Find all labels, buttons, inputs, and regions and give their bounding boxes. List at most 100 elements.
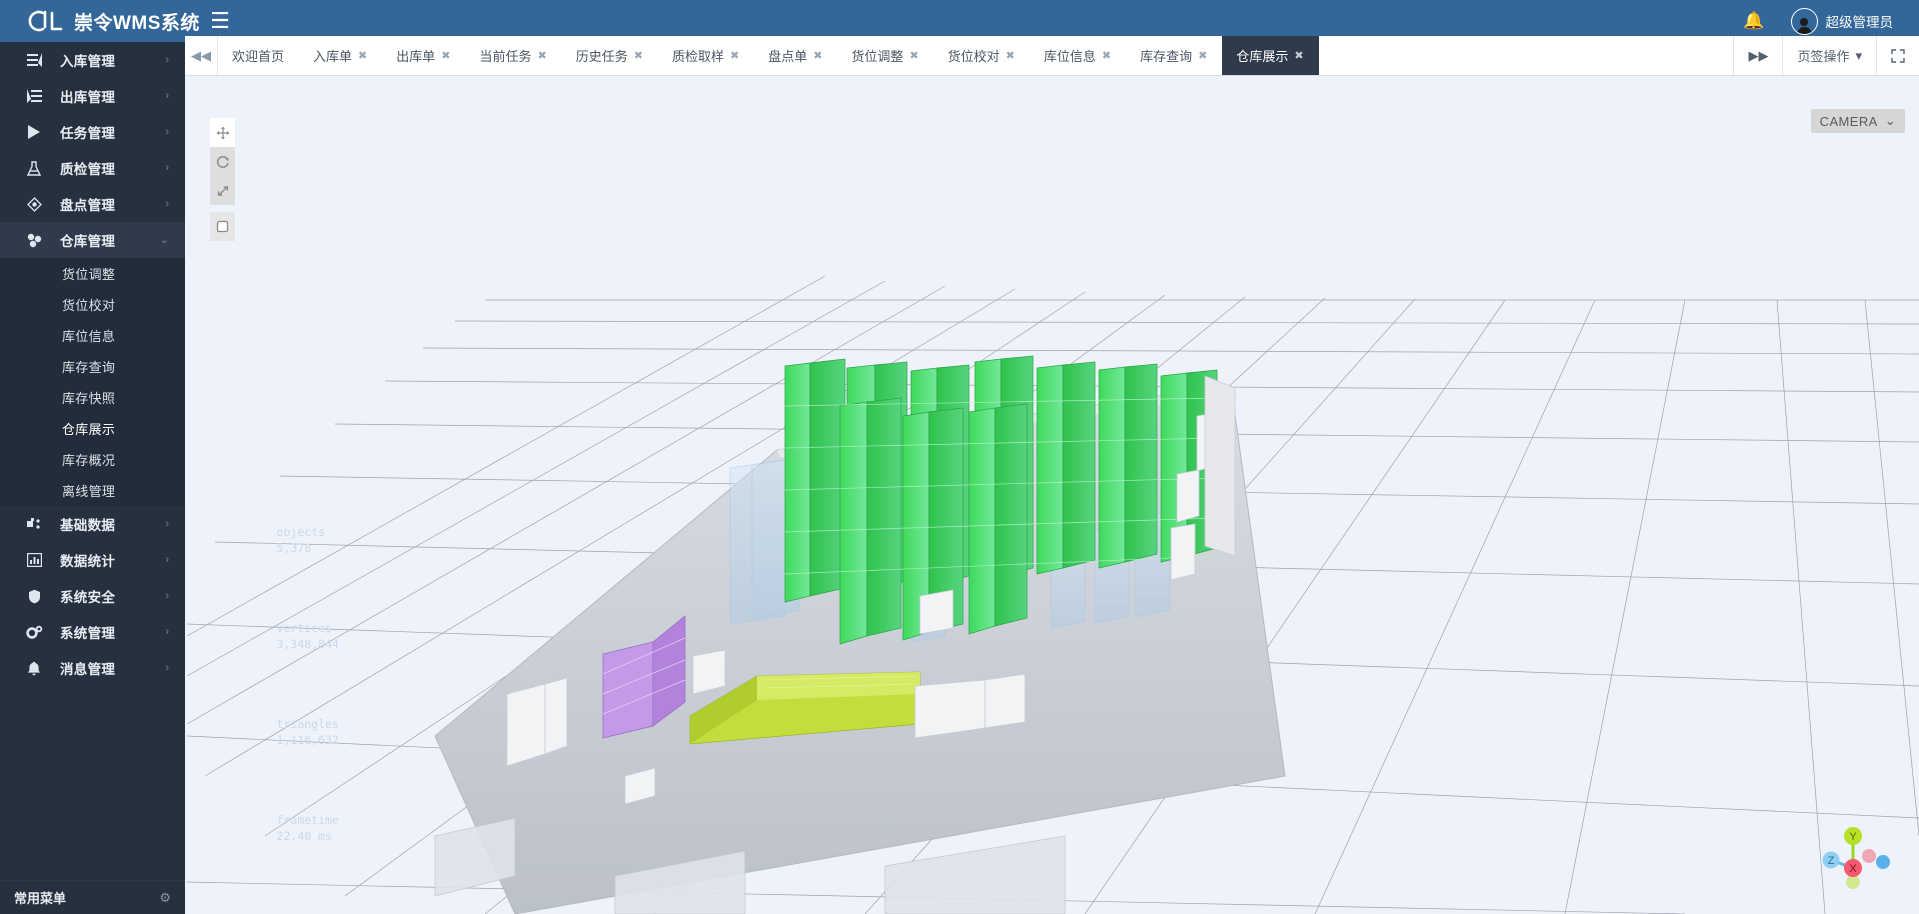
submenu-item-label: 库存查询 <box>62 360 116 375</box>
submenu-item-stock-overview[interactable]: 库存概况 <box>0 444 185 475</box>
tab-label: 盘点单 <box>768 49 808 64</box>
app-title: 崇令WMS系统 <box>74 12 200 34</box>
sidebar: 入库管理 › 出库管理 › 任务管理 › 质检管理 › 盘点管理 › 仓库管理 <box>0 42 185 914</box>
chevron-right-icon: › <box>165 589 169 602</box>
scale-tool[interactable] <box>210 176 235 205</box>
sidebar-item-message[interactable]: 消息管理 › <box>0 650 185 686</box>
chevron-down-icon: ⌄ <box>159 233 169 246</box>
sidebar-item-quality[interactable]: 质检管理 › <box>0 150 185 186</box>
axis-ball-neg-y[interactable] <box>1846 875 1860 889</box>
submenu-item-slot-adjust[interactable]: 货位调整 <box>0 258 185 289</box>
chevron-right-icon: › <box>165 125 169 138</box>
axis-ball-neg-z[interactable] <box>1876 855 1890 869</box>
submenu-item-slot-check[interactable]: 货位校对 <box>0 289 185 320</box>
tab-slot-check[interactable]: 货位校对 ✖ <box>934 36 1030 75</box>
sidebar-item-stocktake[interactable]: 盘点管理 › <box>0 186 185 222</box>
sidebar-item-inbound[interactable]: 入库管理 › <box>0 42 185 78</box>
tab-close-icon[interactable]: ✖ <box>813 49 822 62</box>
sidebar-item-label: 数据统计 <box>60 554 116 569</box>
hamburger-icon[interactable]: ☰ <box>207 10 233 32</box>
avatar <box>1790 7 1818 35</box>
axis-ball-neg-x[interactable] <box>1862 849 1876 863</box>
sidebar-footer: 常用菜单 ⚙ <box>0 880 185 914</box>
chart-icon <box>22 553 46 567</box>
gear-icon[interactable]: ⚙ <box>159 890 171 906</box>
chevron-right-icon: › <box>165 197 169 210</box>
submenu-item-stock-snapshot[interactable]: 库存快照 <box>0 382 185 413</box>
submenu-item-stock-query[interactable]: 库存查询 <box>0 351 185 382</box>
tab-inbound-order[interactable]: 入库单 ✖ <box>299 36 382 75</box>
warehouse-3d-viewer[interactable]: CAMERA ⌄ objects 5,378 vertices 3,348,84… <box>185 76 1919 914</box>
logo-area: 崇令WMS系统 <box>0 0 199 42</box>
sidebar-item-label: 入库管理 <box>60 54 116 69</box>
axis-gizmo[interactable]: Z Y X <box>1809 810 1895 896</box>
tab-close-icon[interactable]: ✖ <box>538 49 547 62</box>
tab-label: 入库单 <box>313 49 353 64</box>
axis-label-y: Y <box>1849 831 1857 843</box>
play-icon <box>22 125 46 139</box>
fullscreen-icon[interactable] <box>1876 36 1919 75</box>
tab-location-info[interactable]: 库位信息 ✖ <box>1030 36 1126 75</box>
submenu-item-label: 离线管理 <box>62 484 116 499</box>
bell-icon <box>22 661 46 676</box>
sidebar-item-statistics[interactable]: 数据统计 › <box>0 542 185 578</box>
tab-actions-dropdown[interactable]: 页签操作 ▾ <box>1782 36 1876 75</box>
submenu-item-location-info[interactable]: 库位信息 <box>0 320 185 351</box>
sidebar-item-security[interactable]: 系统安全 › <box>0 578 185 614</box>
tabs-scroll-left-button[interactable]: ◀◀ <box>185 36 218 75</box>
tab-close-icon[interactable]: ✖ <box>634 49 643 62</box>
tab-label: 货位调整 <box>851 49 904 64</box>
tab-close-icon[interactable]: ✖ <box>1006 49 1015 62</box>
sidebar-item-outbound[interactable]: 出库管理 › <box>0 78 185 114</box>
sidebar-item-basic-data[interactable]: 基础数据 › <box>0 506 185 542</box>
sidebar-item-warehouse[interactable]: 仓库管理 ⌄ <box>0 222 185 258</box>
sidebar-item-task[interactable]: 任务管理 › <box>0 114 185 150</box>
tab-close-icon[interactable]: ✖ <box>1102 49 1111 62</box>
tab-welcome[interactable]: 欢迎首页 <box>218 36 299 75</box>
tab-close-icon[interactable]: ✖ <box>909 49 918 62</box>
select-box-tool[interactable] <box>210 212 235 241</box>
chevron-down-icon: ⌄ <box>1884 113 1896 128</box>
warehouse-submenu: 货位调整 货位校对 库位信息 库存查询 库存快照 仓库展示 库存概况 离线管理 <box>0 258 185 506</box>
user-name: 超级管理员 <box>1825 15 1894 30</box>
tab-stocktake-order[interactable]: 盘点单 ✖ <box>754 36 837 75</box>
sidebar-item-label: 仓库管理 <box>60 234 116 249</box>
axis-label-x: X <box>1849 863 1857 875</box>
tab-close-icon[interactable]: ✖ <box>1294 49 1303 62</box>
tab-slot-adjust[interactable]: 货位调整 ✖ <box>837 36 933 75</box>
tab-stock-query[interactable]: 库存查询 ✖ <box>1126 36 1222 75</box>
chevron-right-icon: › <box>165 517 169 530</box>
viewer-tool-rail <box>210 118 235 241</box>
tab-actions-label: 页签操作 <box>1797 49 1850 64</box>
rotate-tool[interactable] <box>210 147 235 176</box>
tab-label: 仓库展示 <box>1236 49 1289 64</box>
data-icon <box>22 517 46 531</box>
tab-history-task[interactable]: 历史任务 ✖ <box>562 36 658 75</box>
camera-select[interactable]: CAMERA ⌄ <box>1810 109 1905 133</box>
tab-outbound-order[interactable]: 出库单 ✖ <box>382 36 465 75</box>
submenu-item-warehouse-view[interactable]: 仓库展示 <box>0 413 185 444</box>
tab-close-icon[interactable]: ✖ <box>730 49 739 62</box>
submenu-item-offline-mgmt[interactable]: 离线管理 <box>0 475 185 506</box>
flask-icon <box>22 160 46 176</box>
chevron-right-icon: › <box>165 661 169 674</box>
submenu-item-label: 货位校对 <box>62 298 116 313</box>
submenu-item-label: 库存快照 <box>62 391 116 406</box>
tab-close-icon[interactable]: ✖ <box>358 49 367 62</box>
common-menu-label: 常用菜单 <box>14 891 67 906</box>
sidebar-item-label: 任务管理 <box>60 126 116 141</box>
sidebar-item-system[interactable]: 系统管理 › <box>0 614 185 650</box>
tab-bar: ◀◀ 欢迎首页 入库单 ✖ 出库单 ✖ 当前任务 ✖ 历史任务 ✖ 质检取样 ✖… <box>185 36 1919 76</box>
tab-close-icon[interactable]: ✖ <box>441 49 450 62</box>
tab-close-icon[interactable]: ✖ <box>1198 49 1207 62</box>
tab-current-task[interactable]: 当前任务 ✖ <box>465 36 561 75</box>
move-tool[interactable] <box>210 118 235 147</box>
user-menu[interactable]: 超级管理员 <box>1790 7 1894 35</box>
submenu-item-label: 仓库展示 <box>62 422 116 437</box>
tabs-scroll-right-button[interactable]: ▶▶ <box>1733 36 1782 75</box>
bell-icon[interactable]: 🔔 <box>1743 11 1764 31</box>
tab-quality-sampling[interactable]: 质检取样 ✖ <box>658 36 754 75</box>
tab-warehouse-view[interactable]: 仓库展示 ✖ <box>1222 36 1319 75</box>
submenu-item-label: 货位调整 <box>62 267 116 282</box>
sidebar-item-label: 出库管理 <box>60 90 116 105</box>
